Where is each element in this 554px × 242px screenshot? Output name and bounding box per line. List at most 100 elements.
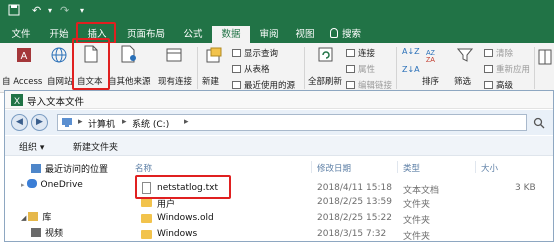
breadcrumb-separator: ▸	[122, 117, 127, 127]
breadcrumb-separator: ▸	[78, 117, 83, 127]
connections-button[interactable]: 连接	[346, 47, 375, 59]
expand-arrow-icon[interactable]: ▸	[21, 181, 25, 189]
connections-small-icon	[346, 49, 355, 57]
collapse-arrow-icon[interactable]: ◢	[21, 214, 26, 222]
sort-descending-icon[interactable]: Z↓A	[402, 65, 420, 74]
clear-icon	[484, 49, 493, 57]
address-bar[interactable]: ▸ 计算机 ▸ 系统 (C:) ▸	[57, 114, 527, 131]
globe-icon	[51, 47, 67, 63]
tab-data[interactable]: 数据	[212, 26, 250, 43]
nav-item-onedrive[interactable]: ▸ OneDrive	[21, 179, 83, 190]
redo-icon[interactable]: ↷	[60, 4, 69, 18]
highlight-netstatlog-file	[135, 175, 231, 199]
svg-text:X: X	[14, 96, 20, 106]
organize-button[interactable]: 组织 ▾	[19, 140, 44, 153]
column-separator	[475, 161, 476, 173]
video-icon	[31, 228, 41, 237]
folder-type: 文件夹	[403, 216, 431, 226]
breadcrumb-separator: ▸	[184, 117, 189, 127]
filter-button[interactable]: 筛选	[450, 45, 480, 89]
text-to-columns-icon[interactable]	[538, 49, 554, 69]
customize-icon[interactable]: ▾	[80, 4, 84, 18]
from-table-button[interactable]: 从表格	[232, 63, 270, 75]
tell-me-label: 搜索	[342, 29, 362, 40]
folder-type: 文件夹	[403, 200, 431, 210]
clear-button[interactable]: 清除	[484, 47, 513, 59]
address-row: ◀ ▶ ▸ 计算机 ▸ 系统 (C:) ▸	[5, 110, 553, 135]
tab-review[interactable]: 审阅	[252, 26, 286, 43]
new-query-icon	[206, 47, 222, 63]
back-button[interactable]: ◀	[11, 114, 28, 131]
nav-item-video[interactable]: 视频	[31, 226, 63, 239]
show-queries-icon	[232, 49, 241, 57]
folder-icon	[141, 214, 152, 223]
connections-icon	[166, 48, 182, 62]
filter-icon	[457, 48, 473, 62]
from-table-icon	[232, 65, 241, 73]
folder-name: Windows.old	[157, 213, 214, 223]
reapply-icon	[484, 65, 493, 73]
undo-icon[interactable]: ↶	[32, 4, 41, 18]
from-web-button[interactable]: 自网站	[46, 45, 73, 89]
tell-me-search[interactable]: 搜索	[330, 26, 361, 43]
new-query-button[interactable]: 新建	[200, 45, 228, 89]
access-icon: A	[17, 48, 31, 62]
nav-item-recent-places[interactable]: 最近访问的位置	[31, 162, 108, 175]
column-header-name[interactable]: 名称	[135, 162, 152, 174]
refresh-all-button[interactable]: 全部刷新	[306, 45, 346, 89]
computer-icon	[62, 118, 72, 127]
tab-page-layout[interactable]: 页面布局	[118, 26, 174, 43]
folder-modified: 2018/3/15 7:32	[317, 229, 387, 239]
dialog-title: 导入文本文件	[27, 97, 85, 108]
column-separator	[311, 161, 312, 173]
search-icon[interactable]	[533, 117, 545, 129]
folder-row[interactable]: Windows.old 2018/2/25 15:22 文件夹	[135, 211, 553, 226]
ribbon-separator	[304, 47, 305, 89]
command-bar: 组织 ▾ 新建文件夹	[5, 136, 553, 156]
ribbon-separator	[396, 47, 397, 89]
sort-ascending-icon[interactable]: A↓Z	[402, 47, 420, 56]
undo-dropdown-icon[interactable]: ▾	[48, 4, 52, 18]
nav-item-library[interactable]: ◢ 库	[21, 210, 51, 223]
folder-modified: 2018/2/25 13:59	[317, 197, 392, 207]
filter-label: 筛选	[454, 77, 472, 87]
tab-file[interactable]: 文件	[4, 26, 38, 43]
refresh-all-label: 全部刷新	[308, 77, 343, 87]
breadcrumb-drive-c[interactable]: 系统 (C:)	[132, 117, 169, 130]
tab-home[interactable]: 开始	[42, 26, 76, 43]
existing-connections-button[interactable]: 现有连接	[154, 45, 194, 89]
properties-button[interactable]: 属性	[346, 63, 375, 75]
new-query-label: 新建	[202, 77, 220, 87]
from-web-label: 自网站	[47, 77, 73, 87]
sort-label: 排序	[422, 77, 440, 87]
column-header-modified[interactable]: 修改日期	[317, 162, 351, 174]
folder-modified: 2018/2/25 15:22	[317, 213, 392, 223]
import-text-file-dialog: X 导入文本文件 ◀ ▶ ▸ 计算机 ▸ 系统 (C:) ▸ 组织 ▾ 新建文件…	[4, 90, 554, 242]
new-folder-button[interactable]: 新建文件夹	[73, 140, 118, 153]
from-access-button[interactable]: A 自 Access	[2, 45, 44, 89]
svg-text:AZ: AZ	[426, 50, 436, 57]
show-queries-button[interactable]: 显示查询	[232, 47, 278, 59]
reapply-label: 重新应用	[496, 65, 531, 75]
tab-formulas[interactable]: 公式	[176, 26, 210, 43]
column-header-type[interactable]: 类型	[403, 162, 420, 174]
existing-connections-label: 现有连接	[158, 77, 193, 87]
recent-places-icon	[31, 164, 41, 173]
forward-button[interactable]: ▶	[31, 114, 48, 131]
excel-title-bar: ↶ ▾ ↷ ▾	[0, 0, 554, 23]
folder-row[interactable]: Windows 2018/3/15 7:32 文件夹	[135, 227, 553, 242]
folder-name: Windows	[157, 229, 198, 239]
library-icon	[28, 212, 39, 221]
folder-type: 文件夹	[403, 232, 431, 242]
tab-view[interactable]: 视图	[288, 26, 322, 43]
svg-text:A: A	[21, 51, 28, 62]
from-other-sources-button[interactable]: 自其他来源	[108, 45, 152, 89]
from-access-label: 自 Access	[2, 77, 43, 87]
save-icon[interactable]	[8, 4, 20, 20]
from-other-label: 自其他来源	[108, 77, 151, 87]
column-header-size[interactable]: 大小	[481, 162, 498, 174]
breadcrumb-computer[interactable]: 计算机	[88, 117, 115, 130]
reapply-button[interactable]: 重新应用	[484, 63, 530, 75]
folder-icon	[141, 230, 152, 239]
sort-button[interactable]: AZ ZA 排序	[420, 45, 446, 89]
